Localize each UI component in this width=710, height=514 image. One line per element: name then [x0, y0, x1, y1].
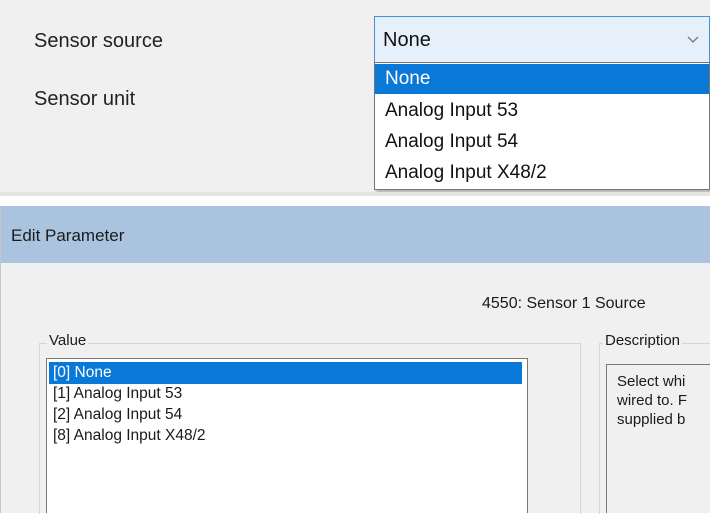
description-line-1: Select whi [617, 373, 686, 390]
parameter-name: 4550: Sensor 1 Source [482, 295, 646, 312]
dropdown-option-none[interactable]: None [375, 64, 709, 94]
value-group-label: Value [47, 332, 89, 349]
edit-parameter-dialog: Edit Parameter 4550: Sensor 1 Source Val… [0, 206, 710, 514]
dropdown-option-analog-input-x48-2[interactable]: Analog Input X48/2 [375, 158, 709, 188]
description-line-2: wired to. F [617, 392, 688, 409]
dialog-title-bar[interactable]: Edit Parameter [1, 206, 710, 263]
sensor-settings-panel: Sensor source Sensor unit None None Anal… [0, 0, 710, 196]
sensor-source-dropdown-list: None Analog Input 53 Analog Input 54 Ana… [374, 62, 710, 190]
description-text-box: Select whi wired to. F supplied b [606, 364, 710, 513]
panel-divider [0, 192, 710, 196]
dropdown-option-analog-input-54[interactable]: Analog Input 54 [375, 127, 709, 157]
sensor-source-value: None [383, 29, 431, 51]
value-item-1[interactable]: [1] Analog Input 53 [49, 383, 182, 405]
dropdown-option-analog-input-53[interactable]: Analog Input 53 [375, 96, 709, 126]
value-listbox[interactable]: [0] None [1] Analog Input 53 [2] Analog … [46, 358, 528, 513]
sensor-source-label: Sensor source [34, 30, 163, 52]
dialog-title: Edit Parameter [11, 226, 125, 245]
sensor-source-combobox[interactable]: None [374, 16, 710, 64]
value-item-8[interactable]: [8] Analog Input X48/2 [49, 425, 206, 447]
description-line-3: supplied b [617, 411, 686, 428]
description-group-label: Description [603, 332, 683, 349]
value-item-0[interactable]: [0] None [49, 362, 522, 384]
value-item-2[interactable]: [2] Analog Input 54 [49, 404, 182, 426]
sensor-unit-label: Sensor unit [34, 88, 136, 110]
chevron-down-icon [687, 36, 699, 43]
